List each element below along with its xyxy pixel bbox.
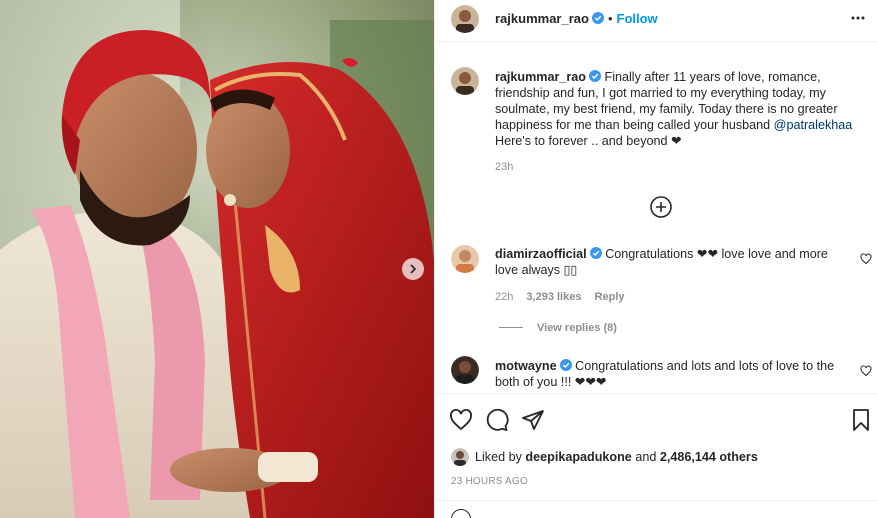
header-user-row: rajkummar_rao • Follow xyxy=(495,11,658,26)
load-more-comments-icon[interactable] xyxy=(649,195,673,219)
emoji-icon[interactable] xyxy=(451,509,471,518)
avatar-image xyxy=(451,67,479,95)
liked-by-row: Liked by deepikapadukone and 2,486,144 o… xyxy=(451,448,758,466)
liked-by-user[interactable]: deepikapadukone xyxy=(525,450,631,464)
author-username[interactable]: rajkummar_rao xyxy=(495,11,589,26)
verified-badge-icon xyxy=(559,359,572,371)
caption-username[interactable]: rajkummar_rao xyxy=(495,70,586,84)
view-replies-link[interactable]: View replies (8) xyxy=(499,322,617,334)
share-paper-plane-icon[interactable] xyxy=(521,408,545,432)
caption-author-avatar[interactable] xyxy=(451,67,479,95)
post-details-panel: rajkummar_rao • Follow rajkummar_rao Final… xyxy=(434,0,877,518)
caption-timestamp[interactable]: 23h xyxy=(495,161,513,173)
likes-others-count[interactable]: 2,486,144 others xyxy=(660,450,758,464)
save-bookmark-icon[interactable] xyxy=(849,408,873,432)
more-horizontal-icon[interactable] xyxy=(850,10,866,26)
next-photo-button[interactable] xyxy=(402,258,424,280)
comment-like-heart-icon[interactable] xyxy=(860,253,872,265)
liked-by-prefix: Liked by xyxy=(475,450,522,464)
caption-text-line2: Here's to forever .. and beyond ❤ xyxy=(495,134,682,148)
post-caption: rajkummar_rao Finally after 11 years of … xyxy=(495,69,871,149)
avatar-image xyxy=(451,5,479,33)
author-avatar[interactable] xyxy=(451,5,479,33)
follow-button[interactable]: Follow xyxy=(617,11,658,26)
liked-by-and: and xyxy=(635,450,657,464)
post-timestamp[interactable]: 23 HOURS AGO xyxy=(451,476,528,487)
avatar-image xyxy=(451,245,479,273)
divider-line xyxy=(499,327,523,328)
comment-item: motwayne Congratulations and lots and lo… xyxy=(495,358,855,390)
reply-button[interactable]: Reply xyxy=(595,291,625,303)
verified-badge-icon xyxy=(589,70,602,82)
avatar-image xyxy=(451,356,479,384)
post-photo[interactable] xyxy=(0,0,434,518)
like-heart-icon[interactable] xyxy=(449,408,473,432)
add-comment-bar xyxy=(435,500,877,518)
comment-like-heart-icon[interactable] xyxy=(860,365,872,377)
caption-mention-link[interactable]: @patralekhaa xyxy=(774,118,853,132)
post-header: rajkummar_rao • Follow xyxy=(435,0,877,42)
comment-time[interactable]: 22h xyxy=(495,291,513,303)
comment-meta: 22h 3,293 likes Reply xyxy=(495,291,635,303)
view-replies-label: View replies (8) xyxy=(537,322,617,334)
verified-badge-icon xyxy=(589,247,602,259)
liker-avatar[interactable] xyxy=(451,448,469,466)
comment-avatar[interactable] xyxy=(451,245,479,273)
comment-avatar[interactable] xyxy=(451,356,479,384)
chevron-right-icon xyxy=(410,264,417,274)
separator-dot: • xyxy=(607,11,613,26)
wedding-photo-image xyxy=(0,0,434,518)
comment-bubble-icon[interactable] xyxy=(485,408,509,432)
post-actions-bar xyxy=(435,393,877,443)
comment-likes-count[interactable]: 3,293 likes xyxy=(526,291,581,303)
verified-badge-icon xyxy=(591,12,604,24)
comment-username[interactable]: diamirzaofficial xyxy=(495,247,587,261)
comment-username[interactable]: motwayne xyxy=(495,359,557,373)
comment-item: diamirzaofficial Congratulations ❤❤ love… xyxy=(495,246,835,278)
avatar-image xyxy=(451,448,469,466)
